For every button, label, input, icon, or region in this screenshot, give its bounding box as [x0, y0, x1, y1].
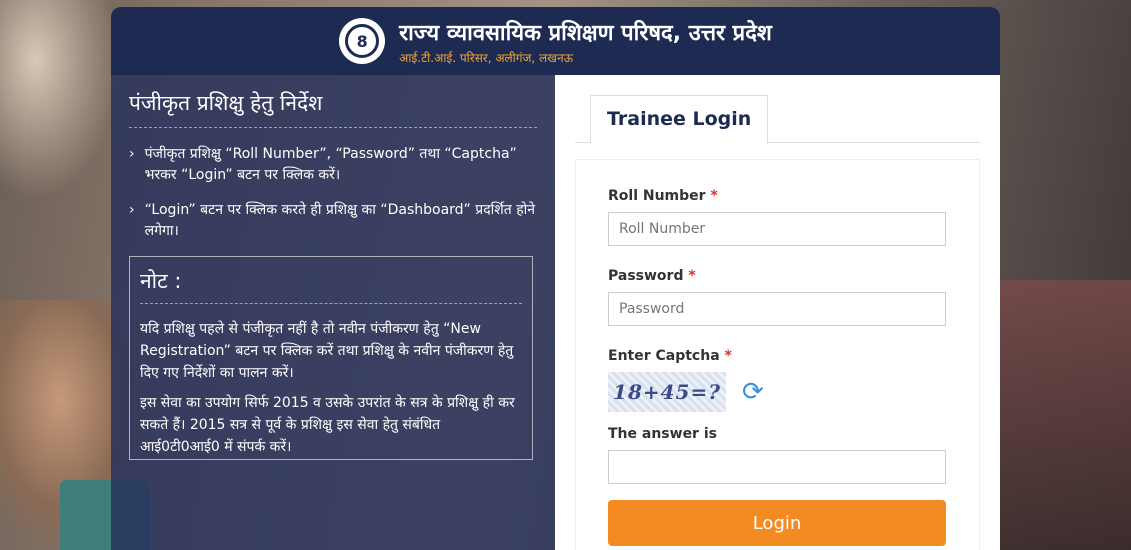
- required-mark: *: [688, 268, 696, 284]
- login-panel: Trainee Login Roll Number * Password * E…: [555, 75, 1000, 550]
- background-decoration: [991, 280, 1131, 550]
- instructions-list: › पंजीकृत प्रशिक्षु “Roll Number”, “Pass…: [129, 144, 537, 242]
- note-title: नोट :: [140, 267, 522, 304]
- note-paragraph: इस सेवा का उपयोग सिर्फ 2015 व उसके उपरां…: [140, 395, 515, 455]
- site-title: राज्य व्यावसायिक प्रशिक्षण परिषद, उत्तर …: [399, 20, 772, 46]
- header-text: राज्य व्यावसायिक प्रशिक्षण परिषद, उत्तर …: [399, 17, 772, 66]
- password-label: Password *: [608, 268, 696, 284]
- roll-number-input[interactable]: [608, 212, 946, 246]
- tab-trainee-login[interactable]: Trainee Login: [590, 95, 769, 144]
- note-box: नोट : यदि प्रशिक्षु पहले से पंजीकृत नहीं…: [129, 256, 533, 460]
- refresh-icon[interactable]: ⟳: [742, 379, 764, 405]
- emblem-icon: 8: [339, 18, 386, 64]
- content-row: पंजीकृत प्रशिक्षु हेतु निर्देश › पंजीकृत…: [111, 75, 1000, 550]
- captcha-image: 18+45=?: [608, 372, 726, 412]
- instruction-item: › “Login” बटन पर क्लिक करते ही प्रशिक्षु…: [129, 200, 537, 242]
- roll-number-label: Roll Number *: [608, 188, 718, 204]
- instruction-text: “Login” बटन पर क्लिक करते ही प्रशिक्षु क…: [144, 202, 536, 239]
- background-decoration: [0, 0, 120, 200]
- answer-label: The answer is: [608, 426, 717, 442]
- captcha-answer-input[interactable]: [608, 450, 946, 484]
- instruction-item: › पंजीकृत प्रशिक्षु “Roll Number”, “Pass…: [129, 144, 537, 186]
- password-input[interactable]: [608, 292, 946, 326]
- tab-bar: Trainee Login: [575, 95, 980, 144]
- main-card: 8 राज्य व्यावसायिक प्रशिक्षण परिषद, उत्त…: [111, 7, 1000, 550]
- captcha-label: Enter Captcha *: [608, 348, 732, 364]
- note-paragraph: यदि प्रशिक्षु पहले से पंजीकृत नहीं है तो…: [140, 321, 514, 381]
- chevron-right-icon: ›: [129, 202, 135, 218]
- required-mark: *: [710, 188, 718, 204]
- required-mark: *: [724, 348, 732, 364]
- chevron-right-icon: ›: [129, 146, 135, 162]
- site-header: 8 राज्य व्यावसायिक प्रशिक्षण परिषद, उत्त…: [111, 7, 1000, 75]
- instruction-text: पंजीकृत प्रशिक्षु “Roll Number”, “Passwo…: [144, 146, 517, 183]
- instructions-panel: पंजीकृत प्रशिक्षु हेतु निर्देश › पंजीकृत…: [111, 75, 555, 550]
- login-form: Roll Number * Password * Enter Captcha *…: [575, 159, 980, 550]
- login-button[interactable]: Login: [608, 500, 946, 546]
- site-subtitle: आई.टी.आई. परिसर, अलीगंज, लखनऊ: [399, 50, 574, 65]
- captcha-row: 18+45=? ⟳: [608, 372, 947, 412]
- instructions-title: पंजीकृत प्रशिक्षु हेतु निर्देश: [129, 89, 537, 128]
